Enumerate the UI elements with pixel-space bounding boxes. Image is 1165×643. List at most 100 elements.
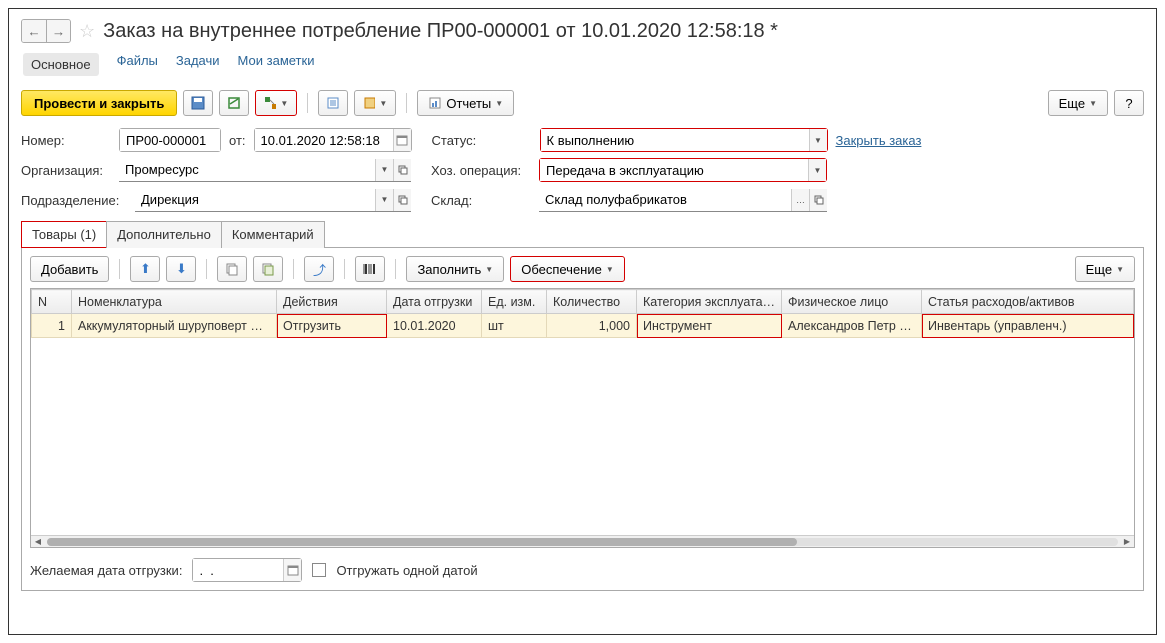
back-button[interactable]: ← [22,20,46,42]
tab-additional[interactable]: Дополнительно [106,221,222,248]
save-icon [191,96,205,110]
cell-n[interactable]: 1 [32,314,72,338]
cell-qty[interactable]: 1,000 [547,314,637,338]
calendar-button[interactable] [393,129,411,151]
move-down-button[interactable]: ⬇ [166,256,196,282]
forward-button[interactable]: → [46,20,70,42]
org-input[interactable] [119,159,375,181]
chevron-down-icon: ▼ [379,99,387,108]
supply-button[interactable]: Обеспечение ▼ [510,256,625,282]
footer-row: Желаемая дата отгрузки: Отгружать одной … [30,558,1135,582]
number-input[interactable] [120,129,220,151]
scroll-thumb[interactable] [47,538,797,546]
nav-tasks[interactable]: Задачи [176,53,220,76]
separator [307,93,308,113]
separator [206,259,207,279]
org-dropdown-button[interactable]: ▼ [375,159,393,181]
warehouse-more-button[interactable]: … [791,189,809,211]
single-date-checkbox[interactable] [312,563,326,577]
single-date-label: Отгружать одной датой [336,563,477,578]
supply-label: Обеспечение [521,262,602,277]
open-icon [398,165,408,175]
book-button[interactable]: ▼ [354,90,396,116]
calendar-icon [287,564,299,576]
paste-icon [261,262,275,276]
division-input[interactable] [135,189,375,211]
table-row[interactable]: 1 Аккумуляторный шуруповерт … Отгрузить … [32,314,1134,338]
fill-button[interactable]: Заполнить ▼ [406,256,504,282]
nav-main[interactable]: Основное [23,53,99,76]
chevron-down-icon: ▼ [381,195,389,204]
share-button[interactable]: ⤴ [304,256,334,282]
warehouse-input[interactable] [539,189,791,211]
col-category[interactable]: Категория эксплуата… [637,290,782,314]
structure-button[interactable]: ▼ [255,90,297,116]
cell-unit[interactable]: шт [482,314,547,338]
nav-files[interactable]: Файлы [117,53,158,76]
org-open-button[interactable] [393,159,411,181]
fill-label: Заполнить [417,262,481,277]
add-button[interactable]: Добавить [30,256,109,282]
cell-nomenclature[interactable]: Аккумуляторный шуруповерт … [72,314,277,338]
col-unit[interactable]: Ед. изм. [482,290,547,314]
favorite-star-icon[interactable]: ☆ [79,21,95,42]
form-row-3: Подразделение: ▼ Склад: … [21,188,1144,212]
close-order-link[interactable]: Закрыть заказ [836,133,922,148]
col-article[interactable]: Статья расходов/активов [922,290,1134,314]
form-row-1: Номер: от: Статус: ▼ Закрыть заказ [21,128,1144,152]
col-ship-date[interactable]: Дата отгрузки [387,290,482,314]
status-dropdown-button[interactable]: ▼ [809,129,827,151]
help-button[interactable]: ? [1114,90,1144,116]
reports-button[interactable]: Отчеты ▼ [417,90,514,116]
separator [395,259,396,279]
form-row-2: Организация: ▼ Хоз. операция: ▼ [21,158,1144,182]
post-close-button[interactable]: Провести и закрыть [21,90,177,116]
horizontal-scrollbar[interactable]: ◀ ▶ [31,535,1134,547]
chevron-down-icon: ▼ [485,265,493,274]
operation-select[interactable] [540,159,808,181]
chevron-down-icon: ▼ [280,99,288,108]
col-qty[interactable]: Количество [547,290,637,314]
save-button[interactable] [183,90,213,116]
paste-button[interactable] [253,256,283,282]
division-open-button[interactable] [393,189,411,211]
separator [119,259,120,279]
cell-ship-date[interactable]: 10.01.2020 [387,314,482,338]
date-input[interactable] [255,129,393,151]
nav-notes[interactable]: Мои заметки [238,53,315,76]
more-button[interactable]: Еще ▼ [1048,90,1108,116]
col-actions[interactable]: Действия [277,290,387,314]
move-up-button[interactable]: ⬆ [130,256,160,282]
book-icon [363,96,375,110]
cell-actions[interactable]: Отгрузить [277,314,387,338]
tab-more-button[interactable]: Еще ▼ [1075,256,1135,282]
col-person[interactable]: Физическое лицо [782,290,922,314]
ship-date-input[interactable] [193,559,283,581]
operation-dropdown-button[interactable]: ▼ [808,159,826,181]
cell-person[interactable]: Александров Петр … [782,314,922,338]
list-button[interactable] [318,90,348,116]
scroll-left-icon[interactable]: ◀ [31,536,45,548]
col-nomenclature[interactable]: Номенклатура [72,290,277,314]
barcode-button[interactable] [355,256,385,282]
scroll-track[interactable] [47,538,1118,546]
division-dropdown-button[interactable]: ▼ [375,189,393,211]
ship-date-calendar-button[interactable] [283,559,301,581]
operation-label: Хоз. операция: [431,163,531,178]
post-button[interactable] [219,90,249,116]
scroll-right-icon[interactable]: ▶ [1120,536,1134,548]
tab-goods[interactable]: Товары (1) [21,221,107,248]
tab-comment[interactable]: Комментарий [221,221,325,248]
from-label: от: [229,133,246,148]
org-label: Организация: [21,163,111,178]
operation-select-wrap: ▼ [539,158,827,182]
cell-category[interactable]: Инструмент [637,314,782,338]
col-n[interactable]: N [32,290,72,314]
tabs: Товары (1) Дополнительно Комментарий [21,220,1144,248]
copy-button[interactable] [217,256,247,282]
cell-article[interactable]: Инвентарь (управленч.) [922,314,1134,338]
chevron-down-icon: ▼ [814,136,822,145]
status-select[interactable] [541,129,809,151]
division-label: Подразделение: [21,193,127,208]
warehouse-open-button[interactable] [809,189,827,211]
